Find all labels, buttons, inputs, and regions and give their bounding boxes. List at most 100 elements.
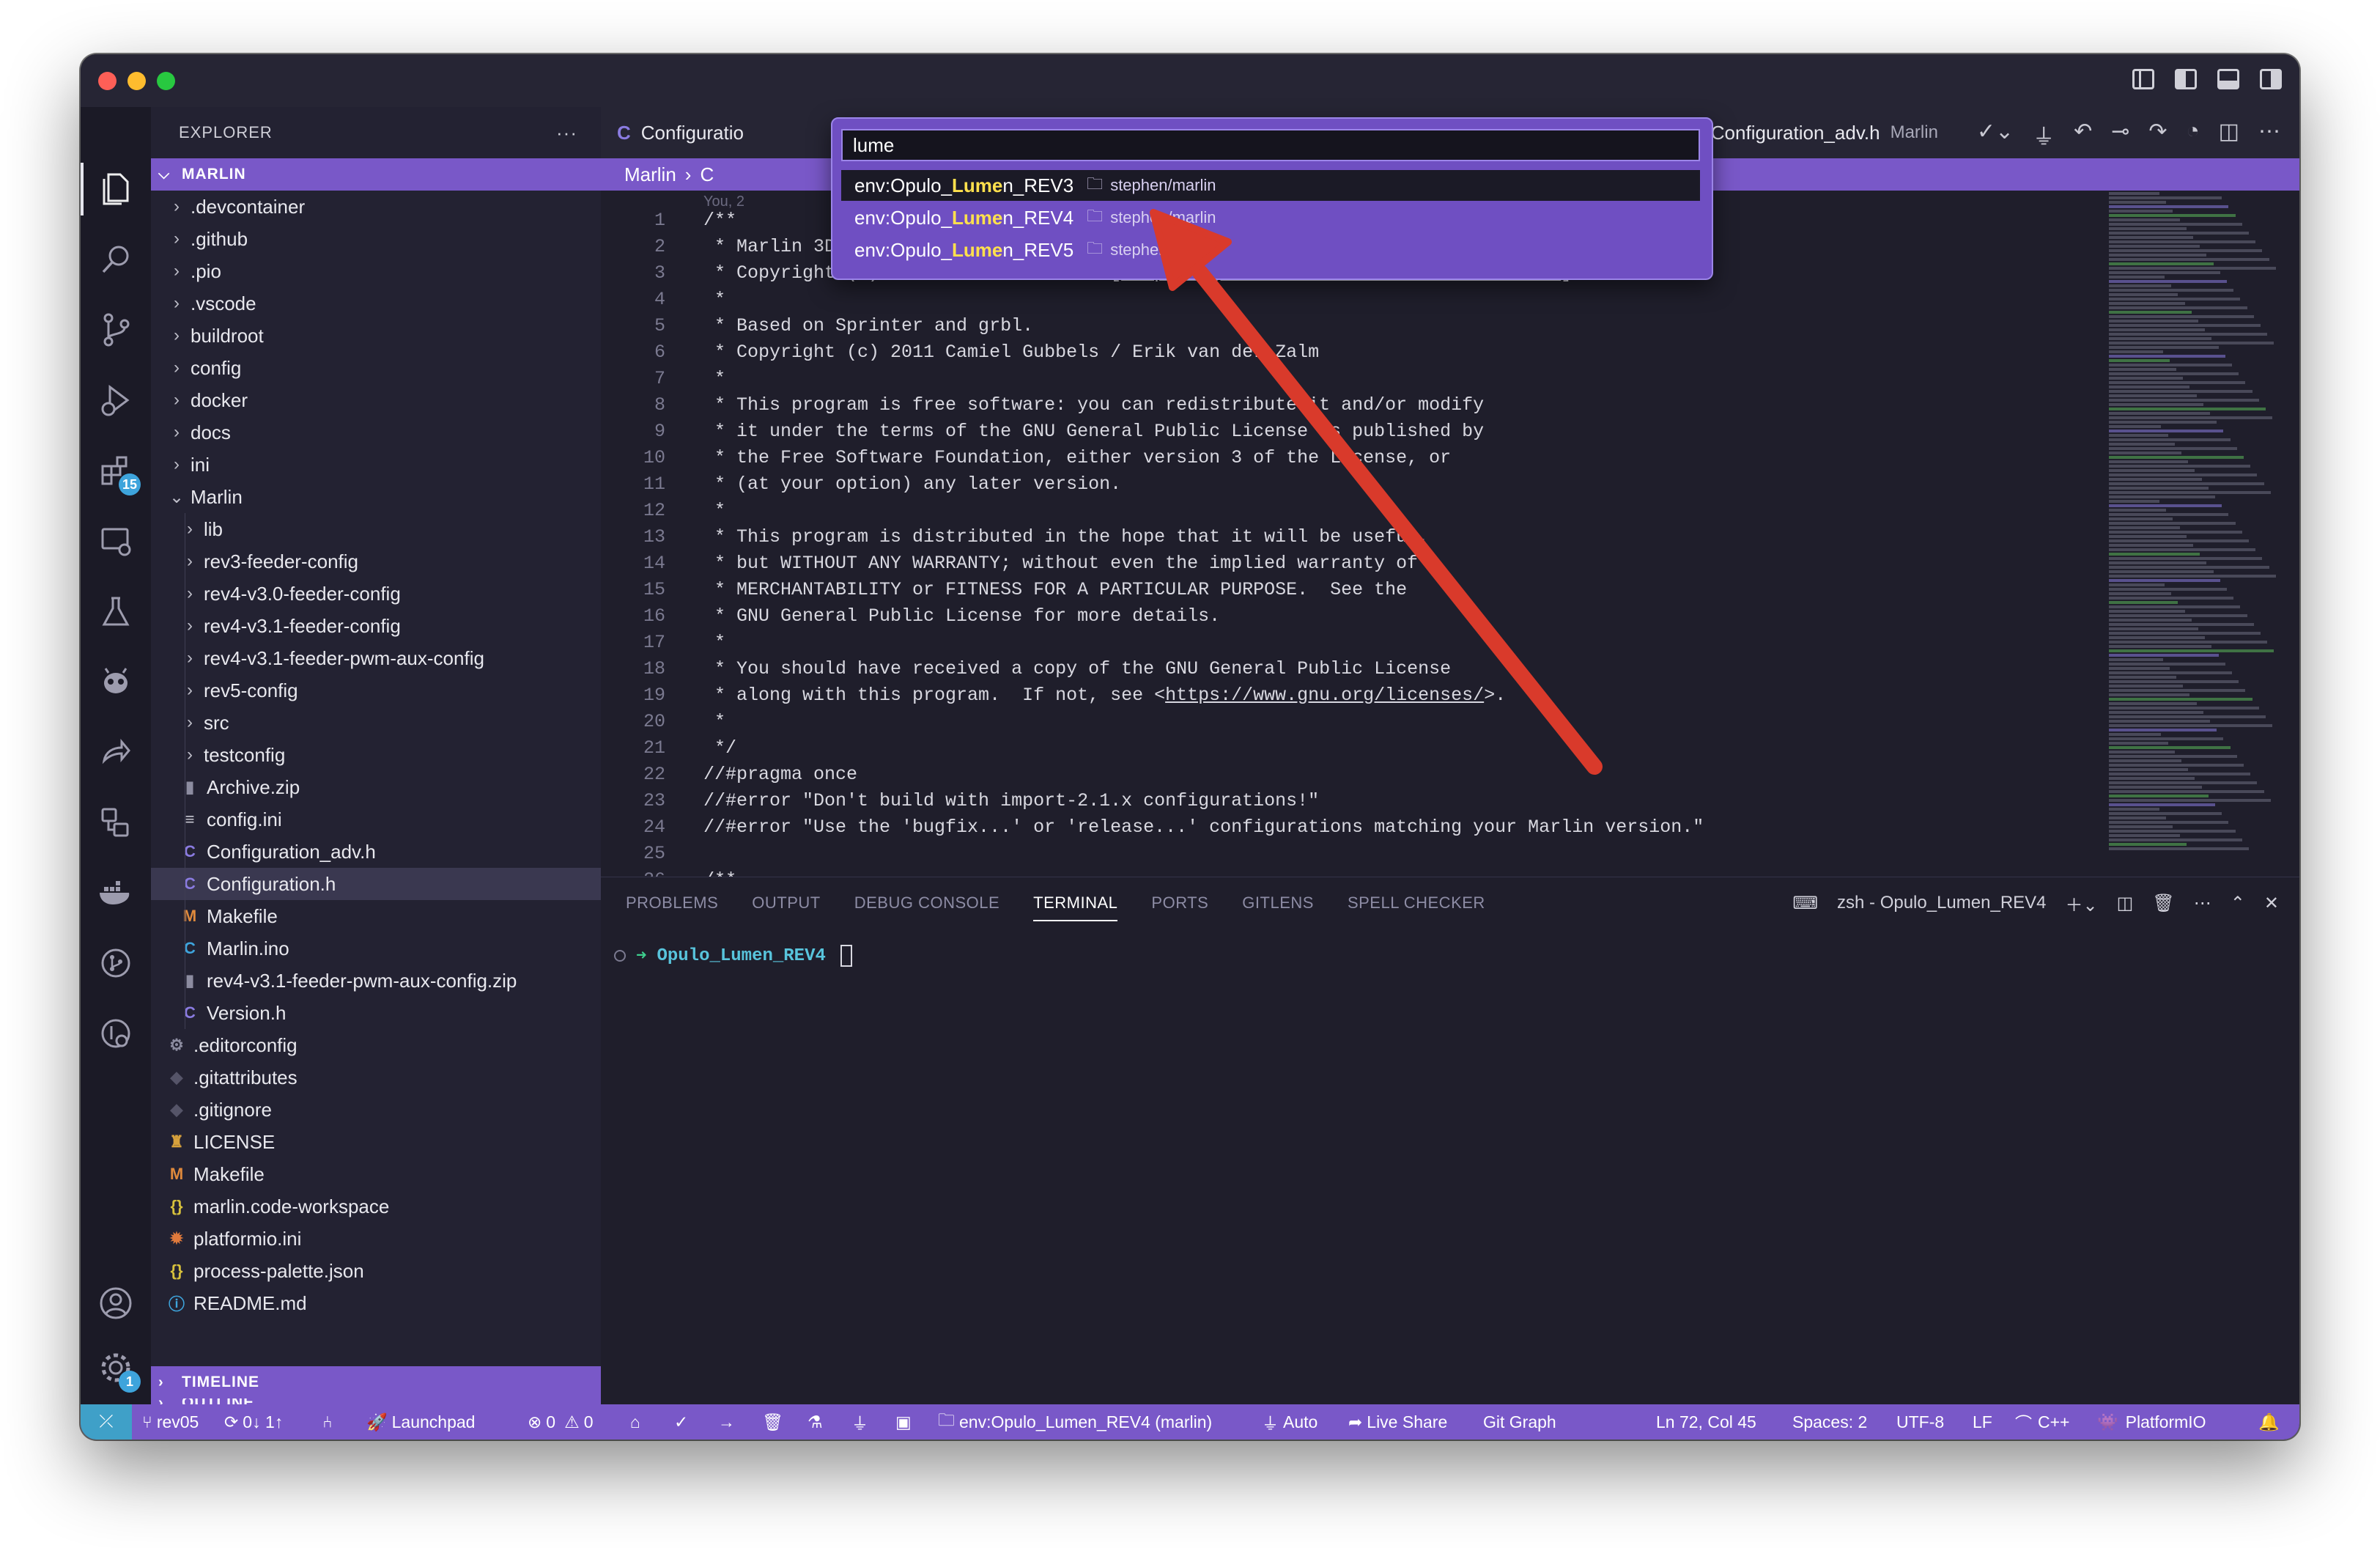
indentation[interactable]: Spaces: 2 [1792,1404,1867,1440]
file-item[interactable]: C Configuration_adv.h [151,836,601,868]
folder-item[interactable]: › testconfig [151,739,601,771]
sync-indicator[interactable]: ⟳ 0↓ 1↑ [224,1404,283,1440]
workspace-root-header[interactable]: ⌵ MARLIN [151,158,601,191]
close-window-button[interactable] [98,72,117,90]
extensions-icon[interactable]: 15 [97,452,141,495]
docker-icon[interactable] [97,874,135,912]
file-item[interactable]: M Makefile [151,1158,601,1190]
quick-pick-item[interactable]: env:Opulo_ Lume n_REV5 🗀 stephen/marlin [841,235,1700,265]
manage-gear-icon[interactable]: 1 [97,1349,141,1393]
live-share-status[interactable]: ➦ Live Share [1348,1404,1447,1440]
folder-item[interactable]: ⌄ Marlin [151,481,601,513]
folder-item[interactable]: › .pio [151,255,601,287]
folder-item[interactable]: › rev4-v3.0-feeder-config [151,578,601,610]
explorer-files-icon[interactable] [97,170,135,208]
quick-pick-item[interactable]: env:Opulo_ Lume n_REV3 🗀 stephen/marlin [841,170,1700,201]
search-icon[interactable] [97,240,135,279]
folder-item[interactable]: › src [151,707,601,739]
platformio-upload-icon[interactable]: → [718,1404,735,1440]
timeline-section-header[interactable]: › TIMELINE [151,1366,601,1398]
maximize-panel-chevron-up-icon[interactable]: ⌃ [2231,893,2245,914]
more-actions-icon[interactable]: ⋯ [2258,119,2280,151]
toggle-primary-sidebar-icon[interactable] [2175,69,2197,89]
folder-item[interactable]: › .github [151,223,601,255]
live-share-icon[interactable] [97,733,135,771]
terminal-name[interactable]: zsh - Opulo_Lumen_REV4 [1837,893,2047,913]
platformio-terminal-icon[interactable]: ▣ [895,1404,912,1440]
port-auto[interactable]: ⏚ Auto [1262,1404,1318,1440]
panel-tab-terminal[interactable]: TERMINAL [1033,877,1118,929]
folder-item[interactable]: › lib [151,513,601,545]
encoding[interactable]: UTF-8 [1896,1404,1944,1440]
platformio-build-icon[interactable]: ✓ [674,1404,688,1440]
platformio-serial-monitor-icon[interactable]: ⏚ [851,1404,868,1440]
folder-item[interactable]: › .devcontainer [151,191,601,223]
timeline-icon[interactable]: ◔ [2187,119,2200,151]
testing-flask-icon[interactable] [97,592,135,630]
split-terminal-icon[interactable]: ◫ [2117,893,2134,914]
split-editor-icon[interactable]: ◫ [2219,119,2239,151]
cursor-position[interactable]: Ln 72, Col 45 [1656,1404,1756,1440]
file-item[interactable]: ⚙ .editorconfig [151,1029,601,1061]
source-control-icon[interactable] [97,311,135,349]
gitlens-inspect-icon[interactable] [97,1014,135,1053]
problems-indicator[interactable]: ⊗ 0 ⚠ 0 [528,1404,594,1440]
remote-explorer-icon[interactable] [97,522,135,560]
folder-item[interactable]: › ini [151,449,601,481]
file-item[interactable]: ✹ platformio.ini [151,1223,601,1255]
new-terminal-icon[interactable]: ＋⌄ [2066,891,2098,916]
minimap[interactable] [2109,191,2277,880]
git-graph-status[interactable]: Git Graph [1483,1404,1556,1440]
more-icon[interactable]: ⋯ [2194,893,2211,914]
checkmark-icon[interactable]: ✓⌄ [1977,119,2014,151]
folder-item[interactable]: › rev4-v3.1-feeder-pwm-aux-config [151,642,601,674]
toggle-secondary-sidebar-icon[interactable] [2260,69,2282,89]
language-mode[interactable]: ⌒ C++ [2015,1404,2069,1440]
file-item[interactable]: ▮ rev4-v3.1-feeder-pwm-aux-config.zip [151,965,601,997]
code-editor[interactable]: 1/**2 * Marlin 3D Printer Firmware3 * Co… [601,207,2299,919]
file-item[interactable]: ♜ LICENSE [151,1126,601,1158]
plug-icon[interactable]: ⏚ [2033,119,2055,151]
folder-item[interactable]: › rev3-feeder-config [151,545,601,578]
folder-item[interactable]: › docker [151,384,601,416]
explorer-more-actions-button[interactable]: ··· [556,122,577,144]
close-panel-icon[interactable]: ✕ [2264,893,2279,914]
file-item[interactable]: M Makefile [151,900,601,932]
run-debug-icon[interactable] [97,381,135,419]
customize-layout-icon[interactable] [2132,69,2154,89]
branch-indicator[interactable]: ⑂ rev05 [142,1404,199,1440]
panel-tab-output[interactable]: OUTPUT [752,877,820,929]
breadcrumb-folder[interactable]: Marlin [624,163,676,186]
git-graph-icon[interactable] [97,944,135,982]
folder-item[interactable]: › .vscode [151,287,601,320]
file-item[interactable]: ▮ Archive.zip [151,771,601,803]
breadcrumb-file[interactable]: C [700,163,714,186]
notifications-bell-icon[interactable]: 🔔 [2258,1404,2280,1440]
file-item[interactable]: C Marlin.ino [151,932,601,965]
quick-pick-item[interactable]: env:Opulo_ Lume n_REV4 🗀 stephen/marlin [841,202,1700,233]
platformio-status[interactable]: 👾 PlatformIO [2097,1404,2206,1440]
go-back-icon[interactable]: ↶ [2074,119,2092,151]
gitlens-icon[interactable] [97,803,135,841]
accounts-icon[interactable] [97,1284,135,1322]
folder-item[interactable]: › rev5-config [151,674,601,707]
file-item[interactable]: {} process-palette.json [151,1255,601,1287]
go-forward-icon[interactable]: ↷ [2148,119,2167,151]
zoom-window-button[interactable] [157,72,175,90]
launchpad-item[interactable]: 🚀 Launchpad [366,1404,475,1440]
panel-tab-problems[interactable]: PROBLEMS [626,877,718,929]
platformio-home-icon[interactable]: ⌂ [630,1404,640,1440]
gitlens-graph-status-icon[interactable]: ⑃ [322,1404,333,1440]
code-link[interactable]: https://www.gnu.org/licenses/ [1165,685,1484,706]
file-item[interactable]: ⓘ README.md [151,1287,601,1319]
kill-terminal-trash-icon[interactable]: 🗑 [2152,893,2174,914]
folder-item[interactable]: › buildroot [151,320,601,352]
toggle-panel-icon[interactable] [2217,69,2239,89]
file-item[interactable]: ◆ .gitattributes [151,1061,601,1094]
quick-pick-input[interactable]: lume [841,129,1700,161]
panel-tab-ports[interactable]: PORTS [1151,877,1208,929]
git-commit-icon[interactable]: ⊸ [2111,119,2129,151]
platformio-alien-icon[interactable] [97,663,135,701]
file-item[interactable]: C Configuration.h [151,868,601,900]
platformio-test-icon[interactable]: ⚗ [808,1404,823,1440]
